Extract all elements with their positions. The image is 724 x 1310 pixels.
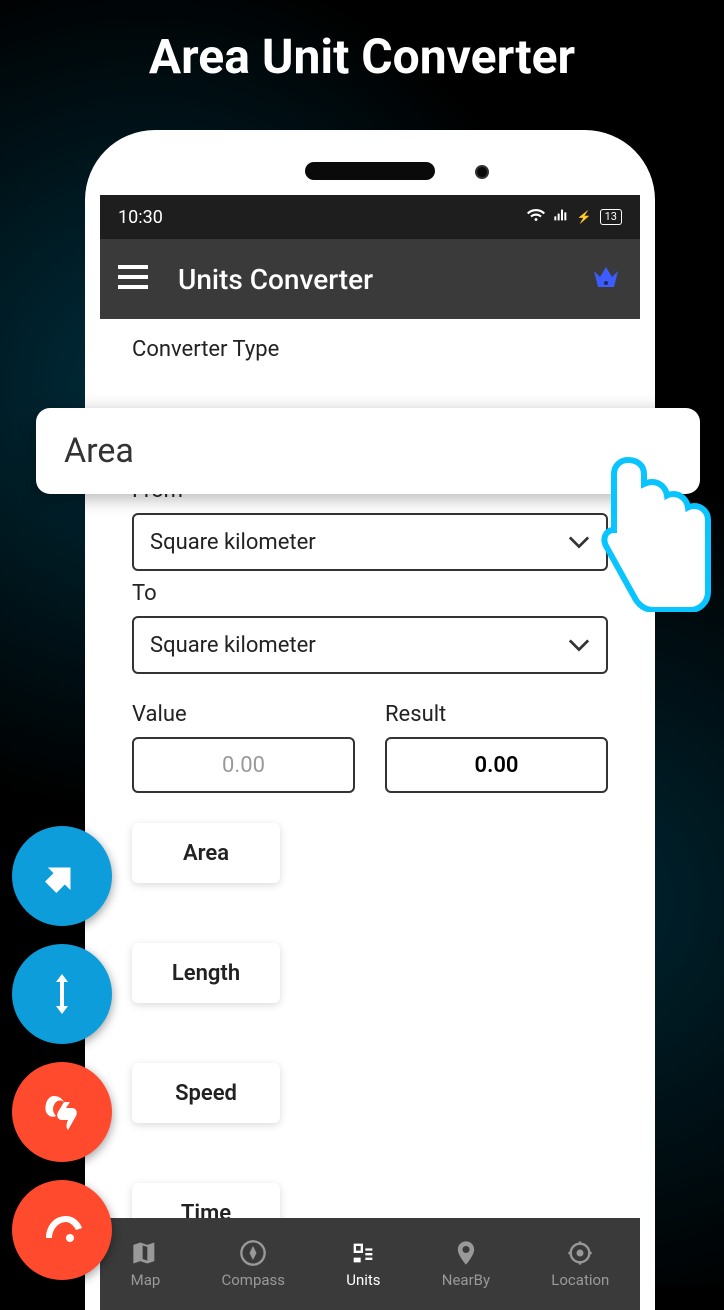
nav-units[interactable]: Units bbox=[346, 1239, 380, 1289]
status-icons: ⚡ 13 bbox=[527, 206, 622, 228]
chevron-down-icon bbox=[568, 633, 590, 658]
from-value: Square kilometer bbox=[150, 530, 316, 555]
value-label: Value bbox=[132, 702, 355, 727]
app-title: Units Converter bbox=[178, 263, 560, 296]
converter-type-value: Area bbox=[64, 431, 672, 471]
category-list: Area Length Speed Time bbox=[132, 823, 608, 1243]
nav-map-label: Map bbox=[131, 1271, 161, 1289]
nav-location[interactable]: Location bbox=[551, 1239, 609, 1289]
result-output: 0.00 bbox=[385, 737, 608, 793]
to-select[interactable]: Square kilometer bbox=[132, 616, 608, 674]
status-bar: 10:30 ⚡ 13 bbox=[100, 195, 640, 239]
to-label: To bbox=[132, 581, 608, 606]
category-speed[interactable]: Speed bbox=[132, 1063, 280, 1123]
chevron-down-icon bbox=[568, 530, 590, 555]
nav-nearby-label: NearBy bbox=[442, 1271, 490, 1289]
nav-nearby[interactable]: NearBy bbox=[442, 1239, 490, 1289]
battery-level: 13 bbox=[600, 209, 622, 225]
nav-units-label: Units bbox=[346, 1271, 380, 1289]
nav-map[interactable]: Map bbox=[131, 1239, 161, 1289]
charge-icon: ⚡ bbox=[577, 210, 592, 224]
screen: 10:30 ⚡ 13 Units Converter Converter Typ… bbox=[100, 195, 640, 1310]
page-title: Area Unit Converter bbox=[0, 28, 724, 85]
to-value: Square kilometer bbox=[150, 633, 316, 658]
phone-frame: 10:30 ⚡ 13 Units Converter Converter Typ… bbox=[85, 130, 655, 1310]
converter-type-label: Converter Type bbox=[132, 337, 608, 362]
status-time: 10:30 bbox=[118, 207, 163, 228]
menu-icon[interactable] bbox=[118, 265, 148, 293]
nav-compass[interactable]: Compass bbox=[221, 1239, 285, 1289]
from-select[interactable]: Square kilometer bbox=[132, 513, 608, 571]
wifi-icon bbox=[527, 206, 545, 228]
result-label: Result bbox=[385, 702, 608, 727]
nav-location-label: Location bbox=[551, 1271, 609, 1289]
signal-icon bbox=[553, 207, 569, 227]
value-input[interactable]: 0.00 bbox=[132, 737, 355, 793]
phone-notch bbox=[305, 162, 435, 180]
fab-speed[interactable] bbox=[12, 1062, 112, 1162]
fab-stack bbox=[12, 826, 112, 1298]
fab-area[interactable] bbox=[12, 826, 112, 926]
app-bar: Units Converter bbox=[100, 239, 640, 319]
bottom-nav: Map Compass Units NearBy Location bbox=[100, 1218, 640, 1310]
pointer-hand-icon bbox=[598, 452, 716, 616]
crown-icon[interactable] bbox=[590, 263, 622, 295]
category-length[interactable]: Length bbox=[132, 943, 280, 1003]
nav-compass-label: Compass bbox=[221, 1271, 285, 1289]
category-area[interactable]: Area bbox=[132, 823, 280, 883]
phone-camera bbox=[475, 165, 489, 179]
fab-length[interactable] bbox=[12, 944, 112, 1044]
fab-gauge[interactable] bbox=[12, 1180, 112, 1280]
